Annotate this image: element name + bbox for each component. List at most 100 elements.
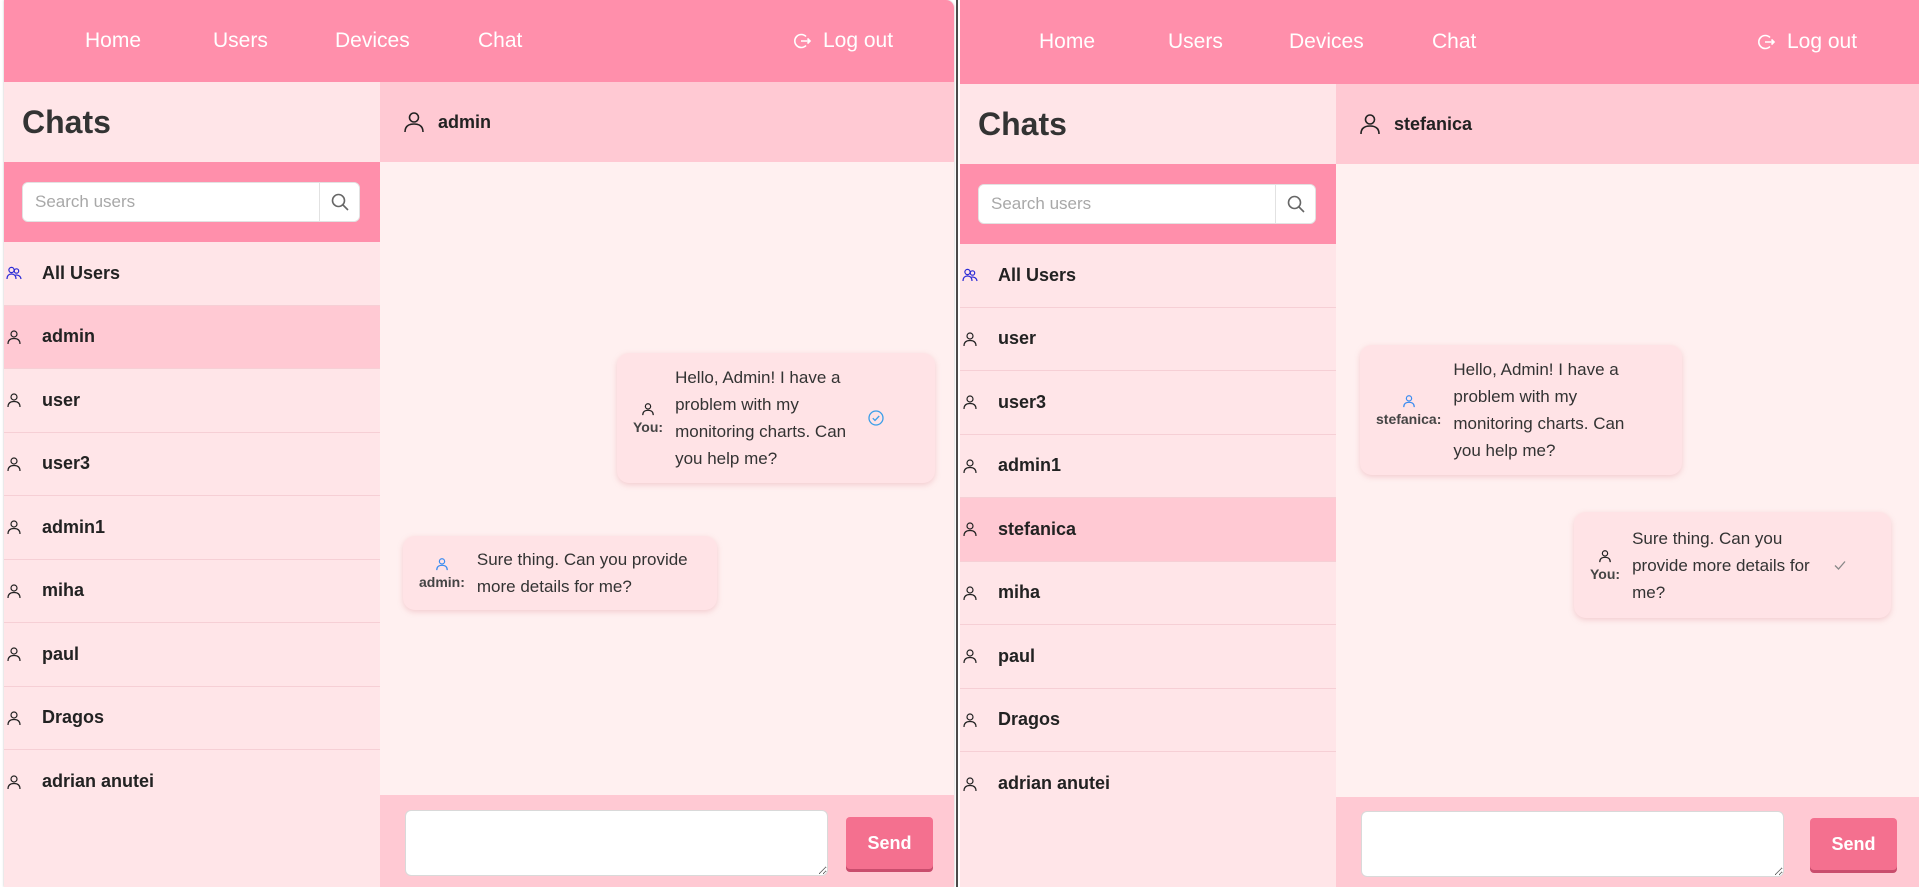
search-bar — [960, 164, 1336, 244]
user-list-item-user3[interactable]: user3 — [4, 433, 380, 496]
search-bar — [4, 162, 380, 242]
message-status — [868, 410, 884, 426]
logout-label: Log out — [1787, 30, 1858, 53]
logout-icon — [1758, 34, 1776, 50]
message-text-line: me? — [1632, 582, 1666, 602]
user-list-item-miha[interactable]: miha — [960, 562, 1336, 625]
user-icon — [7, 330, 21, 344]
message-list: You: Hello, Admin! I have a problem with… — [380, 162, 954, 795]
chat-sidebar: Chats All Users user — [960, 84, 1336, 887]
message-text: Hello, Admin! I have a problem with my m… — [1453, 356, 1624, 464]
search-icon — [331, 193, 349, 211]
user-list-item-admin1[interactable]: admin1 — [4, 496, 380, 560]
window-divider — [956, 0, 958, 887]
user-icon — [7, 520, 21, 535]
user-list-item-admin[interactable]: admin — [4, 305, 380, 369]
message-text-line: monitoring charts. Can — [1453, 414, 1625, 433]
nav-users-link[interactable]: Users — [1168, 30, 1223, 54]
user-list-item-label: stefanica — [998, 518, 1077, 539]
navbar: Home Users Devices Chat Log out — [4, 0, 954, 82]
user-list-item-all-users[interactable]: All Users — [4, 242, 380, 306]
user-list-item-miha[interactable]: miha — [4, 560, 380, 623]
message-text-line: problem with my — [1453, 387, 1578, 406]
user-list-item-user[interactable]: user — [960, 308, 1336, 371]
message-sender: You: — [1590, 549, 1620, 582]
message-input[interactable] — [405, 810, 828, 876]
user-list-item-paul[interactable]: paul — [4, 623, 380, 687]
message-text-line: problem with my — [675, 395, 799, 414]
message-composer: Send — [1336, 797, 1919, 887]
user-list-item-dragos[interactable]: Dragos — [4, 687, 380, 750]
sidebar-title: Chats — [22, 103, 111, 140]
user-icon — [7, 775, 21, 789]
user-list-item-user[interactable]: user — [4, 369, 380, 433]
user-icon — [436, 557, 448, 570]
search-box — [22, 182, 360, 222]
message-text: Sure thing. Can you provide more details… — [477, 546, 688, 600]
nav-home-link[interactable]: Home — [85, 29, 141, 53]
nav-users-link[interactable]: Users — [213, 29, 268, 53]
chat-area: stefanica stefanica: Hello, Admin! I hav… — [1336, 84, 1919, 887]
user-icon — [963, 395, 977, 410]
logout-button[interactable]: Log out — [1757, 30, 1857, 54]
search-input[interactable] — [979, 185, 1275, 223]
chat-header-username: admin — [438, 111, 492, 132]
user-list-item-label: paul — [998, 645, 1036, 666]
nav-devices-link[interactable]: Devices — [335, 29, 410, 53]
user-list-item-label: admin1 — [42, 516, 106, 537]
user-list-item-adrian-anutei[interactable]: adrian anutei — [4, 750, 380, 814]
search-button[interactable] — [1275, 185, 1315, 223]
message-text-line: more details for me? — [476, 577, 632, 596]
user-list-item-label: user3 — [998, 391, 1047, 412]
user-icon — [7, 711, 21, 725]
navbar: Home Users Devices Chat Log out — [960, 0, 1919, 84]
users-group-icon — [962, 269, 978, 282]
message-text-line: Sure thing. Can you — [1632, 528, 1783, 548]
search-button[interactable] — [319, 183, 359, 221]
user-list-item-admin1[interactable]: admin1 — [960, 435, 1336, 498]
user-icon — [404, 112, 424, 133]
user-icon — [1360, 114, 1380, 135]
message-text-line: Hello, Admin! I have a — [675, 368, 841, 387]
user-list-item-label: Dragos — [42, 707, 105, 728]
message-sender: stefanica: — [1376, 394, 1441, 427]
nav-chat-link[interactable]: Chat — [478, 29, 522, 53]
user-list-item-adrian-anutei[interactable]: adrian anutei — [960, 752, 1336, 816]
message-text-line: you help me? — [675, 449, 778, 468]
user-list-item-user3[interactable]: user3 — [960, 371, 1336, 435]
message-text-line: you help me? — [1453, 441, 1556, 460]
message-bubble-incoming: stefanica: Hello, Admin! I have a proble… — [1360, 345, 1682, 475]
user-list-item-label: admin1 — [998, 455, 1062, 476]
user-list-item-label: miha — [998, 582, 1041, 603]
send-button[interactable]: Send — [1810, 818, 1897, 870]
message-bubble-outgoing: You: Sure thing. Can you provide more de… — [1574, 512, 1891, 618]
message-text: Hello, Admin! I have a problem with my m… — [675, 364, 846, 472]
user-icon — [963, 586, 977, 600]
nav-chat-link[interactable]: Chat — [1432, 30, 1476, 54]
logout-button[interactable]: Log out — [793, 29, 893, 53]
user-list-item-stefanica[interactable]: stefanica — [960, 498, 1336, 562]
users-group-icon — [6, 267, 22, 280]
message-input[interactable] — [1361, 811, 1784, 877]
user-icon — [1402, 394, 1415, 407]
send-button[interactable]: Send — [846, 817, 933, 869]
user-icon — [963, 777, 977, 791]
message-sender-label: admin: — [419, 573, 465, 590]
user-list-item-label: All Users — [998, 264, 1077, 285]
right-chat-window: Home Users Devices Chat Log out Chats Se… — [960, 0, 1919, 887]
nav-devices-link[interactable]: Devices — [1289, 30, 1364, 54]
nav-home-link[interactable]: Home — [1039, 30, 1095, 54]
chat-header: stefanica — [1336, 84, 1919, 164]
message-bubble-incoming: admin: Sure thing. Can you provide more … — [403, 536, 717, 610]
left-chat-window: Home Users Devices Chat Log out Chats Se… — [4, 0, 954, 887]
user-list-item-all-users[interactable]: All Users — [960, 244, 1336, 308]
message-sender: admin: — [419, 557, 465, 590]
user-icon — [642, 402, 654, 415]
message-sender: You: — [633, 402, 663, 435]
user-list-item-dragos[interactable]: Dragos — [960, 689, 1336, 752]
user-icon — [963, 332, 977, 346]
chat-area: admin You: Hello, Admin! I have a proble… — [380, 82, 954, 887]
message-text: Sure thing. Can you provide more details… — [1632, 525, 1810, 606]
user-list-item-paul[interactable]: paul — [960, 625, 1336, 689]
search-input[interactable] — [23, 183, 319, 221]
